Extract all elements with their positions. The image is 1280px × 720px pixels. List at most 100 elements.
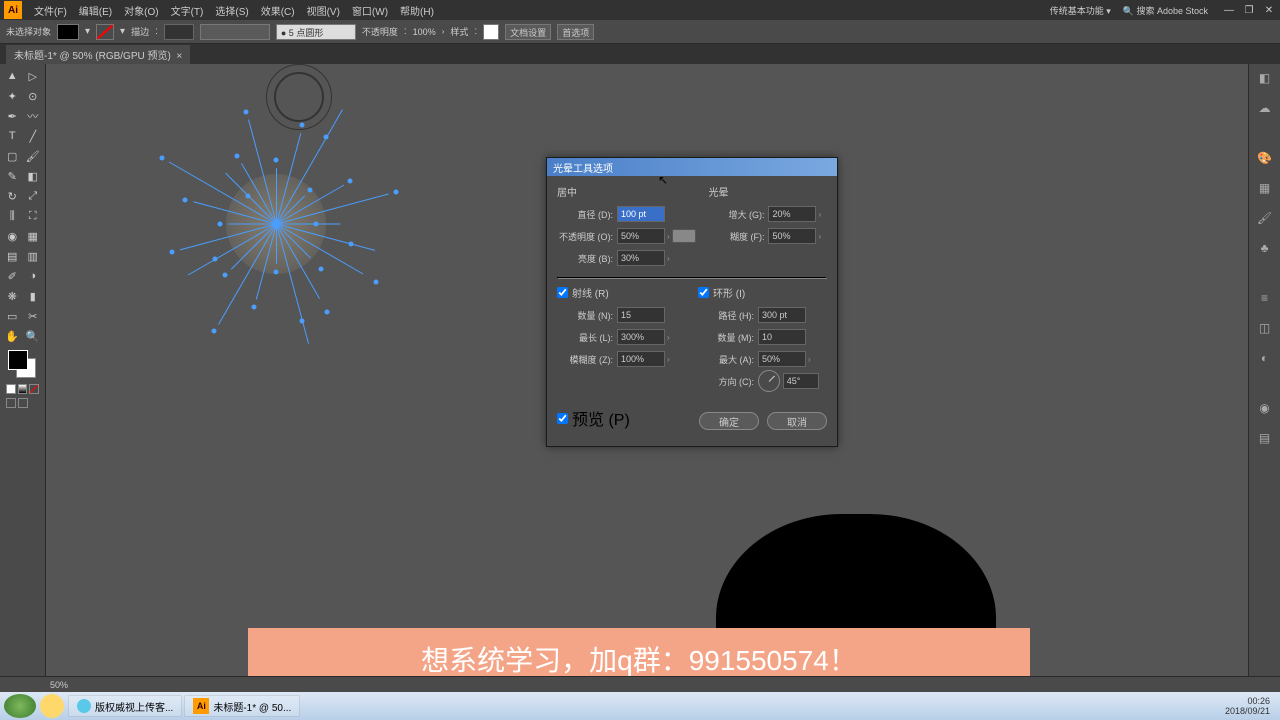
brushes-panel-icon[interactable]: 🖌: [1255, 208, 1275, 228]
properties-panel-icon[interactable]: ◧: [1255, 68, 1275, 88]
menu-effect[interactable]: 效果(C): [255, 3, 301, 18]
artboard-tool[interactable]: ▭: [3, 307, 22, 325]
window-maximize-icon[interactable]: ❐: [1242, 5, 1256, 16]
menu-help[interactable]: 帮助(H): [394, 3, 440, 18]
draw-mode-icon[interactable]: [18, 398, 28, 408]
stroke-profile[interactable]: [200, 24, 270, 40]
menu-window[interactable]: 窗口(W): [346, 3, 394, 18]
taskbar-item-1[interactable]: 版权威视上传客...: [68, 695, 182, 717]
doc-setup-button[interactable]: 文档设置: [505, 24, 551, 40]
direction-input[interactable]: [783, 373, 819, 389]
rectangle-tool[interactable]: ▢: [3, 147, 22, 165]
menu-select[interactable]: 选择(S): [209, 3, 254, 18]
free-transform-tool[interactable]: ⛶: [24, 207, 43, 225]
window-minimize-icon[interactable]: —: [1222, 5, 1236, 16]
swatches-panel-icon[interactable]: ▦: [1255, 178, 1275, 198]
fill-stroke-swatch[interactable]: [8, 350, 36, 378]
keyboard-icon: [672, 229, 696, 243]
menu-edit[interactable]: 编辑(E): [73, 3, 118, 18]
direct-selection-tool[interactable]: ▷: [24, 67, 43, 85]
stroke-dropdown-icon[interactable]: ▾: [120, 26, 125, 37]
brightness-input[interactable]: [617, 250, 665, 266]
center-opacity-input[interactable]: [617, 228, 665, 244]
ok-button[interactable]: 确定: [699, 412, 759, 430]
lasso-tool[interactable]: ⊙: [24, 87, 43, 105]
taskbar-app-icon[interactable]: [40, 694, 64, 718]
hand-tool[interactable]: ✋: [3, 327, 22, 345]
layers-panel-icon[interactable]: ▤: [1255, 428, 1275, 448]
scale-tool[interactable]: ⤢: [24, 187, 43, 205]
cancel-button[interactable]: 取消: [767, 412, 827, 430]
workspace-switcher[interactable]: 传统基本功能 ▾: [1044, 4, 1117, 17]
rays-checkbox[interactable]: 射线 (R): [557, 285, 686, 300]
color-panel-icon[interactable]: 🎨: [1255, 148, 1275, 168]
shaper-tool[interactable]: ✎: [3, 167, 22, 185]
document-tab[interactable]: 未标题-1* @ 50% (RGB/GPU 预览) ×: [6, 45, 190, 64]
rings-count-input[interactable]: [758, 329, 806, 345]
menu-object[interactable]: 对象(O): [118, 3, 164, 18]
menu-type[interactable]: 文字(T): [165, 3, 210, 18]
rings-largest-input[interactable]: [758, 351, 806, 367]
magic-wand-tool[interactable]: ✦: [3, 87, 22, 105]
gradient-tool[interactable]: ▥: [24, 247, 43, 265]
stroke-swatch[interactable]: [96, 24, 114, 40]
brush-definition[interactable]: ● 5 点圆形: [276, 24, 356, 40]
rays-fuzz-input[interactable]: [617, 351, 665, 367]
none-mode-icon[interactable]: [29, 384, 39, 394]
screen-mode-icon[interactable]: [6, 398, 16, 408]
direction-knob[interactable]: [758, 370, 780, 392]
mesh-tool[interactable]: ▤: [3, 247, 22, 265]
curvature-tool[interactable]: 〰: [24, 107, 43, 125]
blend-tool[interactable]: ◑: [24, 267, 43, 285]
menu-file[interactable]: 文件(F): [28, 3, 73, 18]
rays-count-input[interactable]: [617, 307, 665, 323]
start-button[interactable]: [4, 694, 36, 718]
pen-tool[interactable]: ✒: [3, 107, 22, 125]
taskbar-item-ai[interactable]: Ai未标题-1* @ 50...: [184, 695, 300, 717]
fill-dropdown-icon[interactable]: ▾: [85, 26, 90, 37]
prefs-button[interactable]: 首选项: [557, 24, 594, 40]
stroke-width-input[interactable]: [164, 24, 194, 40]
opacity-value[interactable]: 100%: [413, 27, 436, 37]
growth-input[interactable]: [768, 206, 816, 222]
libraries-panel-icon[interactable]: ☁: [1255, 98, 1275, 118]
rings-checkbox[interactable]: 环形 (I): [698, 285, 827, 300]
diameter-input[interactable]: [617, 206, 665, 222]
zoom-tool[interactable]: 🔍: [24, 327, 43, 345]
style-swatch[interactable]: [483, 24, 499, 40]
type-tool[interactable]: T: [3, 127, 22, 145]
preview-checkbox[interactable]: 预览 (P): [557, 406, 630, 430]
dialog-titlebar[interactable]: 光晕工具选项: [547, 158, 837, 176]
stroke-panel-icon[interactable]: ≡: [1255, 288, 1275, 308]
eyedropper-tool[interactable]: ✐: [3, 267, 22, 285]
symbols-panel-icon[interactable]: ♣: [1255, 238, 1275, 258]
shape-builder-tool[interactable]: ◉: [3, 227, 22, 245]
center-section-label: 居中: [557, 184, 696, 199]
width-tool[interactable]: ⫼: [3, 207, 22, 225]
opacity-arrow-icon[interactable]: ›: [442, 27, 445, 36]
graph-tool[interactable]: ▮: [24, 287, 43, 305]
line-tool[interactable]: ╱: [24, 127, 43, 145]
perspective-tool[interactable]: ▦: [24, 227, 43, 245]
window-close-icon[interactable]: ✕: [1262, 5, 1276, 16]
rings-path-input[interactable]: [758, 307, 806, 323]
gradient-mode-icon[interactable]: [18, 384, 28, 394]
menu-view[interactable]: 视图(V): [301, 3, 346, 18]
transparency-panel-icon[interactable]: ◐: [1255, 348, 1275, 368]
selection-tool[interactable]: ▲: [3, 67, 22, 85]
symbol-sprayer-tool[interactable]: ❋: [3, 287, 22, 305]
appearance-panel-icon[interactable]: ◉: [1255, 398, 1275, 418]
rotate-tool[interactable]: ↻: [3, 187, 22, 205]
eraser-tool[interactable]: ◧: [24, 167, 43, 185]
halo-fuzziness-input[interactable]: [768, 228, 816, 244]
taskbar-clock[interactable]: 00:262018/09/21: [1225, 696, 1276, 716]
paintbrush-tool[interactable]: 🖌: [24, 147, 43, 165]
slice-tool[interactable]: ✂: [24, 307, 43, 325]
search-stock[interactable]: 🔍 搜索 Adobe Stock: [1117, 4, 1214, 17]
gradient-panel-icon[interactable]: ◫: [1255, 318, 1275, 338]
rays-longest-input[interactable]: [617, 329, 665, 345]
flare-artwork[interactable]: /* rays drawn via JS below */: [176, 124, 376, 324]
color-mode-icon[interactable]: [6, 384, 16, 394]
fill-swatch[interactable]: [57, 24, 79, 40]
zoom-level[interactable]: 50%: [50, 680, 68, 690]
